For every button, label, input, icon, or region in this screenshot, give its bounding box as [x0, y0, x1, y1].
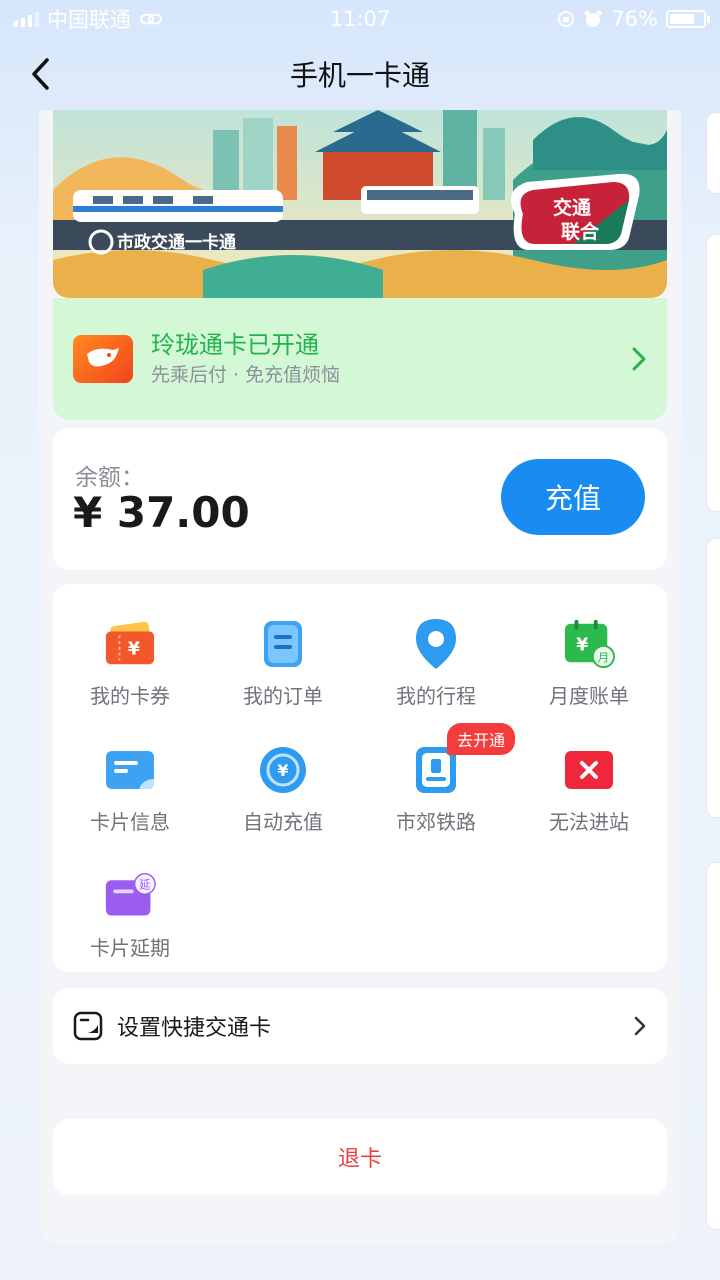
card-extend-icon: 延: [104, 870, 156, 922]
grid-label: 卡片延期: [90, 936, 170, 960]
battery-icon: [666, 10, 710, 28]
card-shortcut-icon: [73, 1011, 103, 1041]
grid-item-monthly-bill[interactable]: ¥ 月 月度账单: [514, 618, 664, 728]
monthly-bill-icon: ¥ 月: [563, 618, 615, 670]
lock-rotation-icon: [558, 11, 575, 27]
svg-text:月: 月: [598, 650, 610, 664]
order-icon: [257, 618, 309, 670]
grid-item-card-extend[interactable]: 延 卡片延期: [55, 870, 205, 980]
alarm-icon: [584, 10, 602, 27]
grid-item-auto-recharge[interactable]: ¥ 自动充值: [208, 744, 358, 854]
grid-label: 无法进站: [549, 810, 629, 834]
return-card-label: 退卡: [337, 1147, 382, 1172]
coupon-icon: ¥: [104, 618, 156, 670]
card-panel: 市政交通一卡通 交通 联合 玲珑通卡已开通 先乘后付 · 免充值烦恼 余额： ¥…: [39, 110, 681, 1245]
return-card-button[interactable]: 退卡: [53, 1119, 667, 1195]
lingtong-text: 玲珑通卡已开通 先乘后付 · 免充值烦恼: [151, 329, 631, 389]
adjacent-card-peek[interactable]: [706, 234, 720, 512]
cannot-enter-icon: [563, 744, 615, 796]
lingtong-card-row[interactable]: 玲珑通卡已开通 先乘后付 · 免充值烦恼: [53, 298, 667, 420]
svg-text:联合: 联合: [561, 220, 600, 243]
grid-label: 我的行程: [396, 684, 476, 708]
chevron-right-icon: [632, 347, 646, 371]
adjacent-card-peek[interactable]: [706, 538, 720, 818]
auto-recharge-icon: ¥: [257, 744, 309, 796]
svg-text:市政交通一卡通: 市政交通一卡通: [117, 232, 236, 253]
grid-label: 市郊铁路: [396, 810, 476, 834]
signal-icon: [14, 11, 39, 27]
location-pin-icon: [410, 618, 462, 670]
chevron-right-icon: [634, 1016, 646, 1036]
battery-percent: 76%: [611, 7, 658, 31]
status-right: 76%: [557, 7, 710, 31]
set-shortcut-card-row[interactable]: 设置快捷交通卡: [53, 988, 667, 1064]
svg-text:¥: ¥: [576, 636, 588, 656]
lingtong-logo-icon: [73, 335, 133, 383]
recharge-button[interactable]: 充值: [501, 459, 645, 535]
balance-card: 余额： ¥ 37.00 充值: [53, 428, 667, 570]
battery-level: [670, 14, 695, 24]
status-left: 中国联通: [14, 4, 163, 34]
card-info-icon: [104, 744, 156, 796]
svg-text:交通: 交通: [553, 196, 592, 219]
shortcut-label: 设置快捷交通卡: [117, 1016, 272, 1041]
grid-item-my-trips[interactable]: 我的行程: [361, 618, 511, 728]
balance-label: 余额：: [75, 465, 144, 491]
card-banner[interactable]: 市政交通一卡通 交通 联合: [53, 110, 667, 298]
carrier-label: 中国联通: [47, 8, 131, 32]
grid-label: 我的订单: [243, 684, 323, 708]
t-union-logo: 交通 联合: [511, 173, 640, 250]
city-illustration: 市政交通一卡通 交通 联合: [53, 110, 667, 298]
grid-item-cannot-enter[interactable]: 无法进站: [514, 744, 664, 854]
adjacent-card-peek[interactable]: [706, 862, 720, 1230]
lingtong-title: 玲珑通卡已开通: [151, 331, 319, 359]
grid-item-my-coupons[interactable]: ¥ 我的卡券: [55, 618, 205, 728]
function-grid: ¥ 我的卡券 我的订单 我的行程 ¥ 月 月度账单 卡片信息 ¥ 自动充值 市郊…: [53, 584, 667, 972]
status-bar: 中国联通 11:07 76%: [0, 0, 720, 38]
page-title: 手机一卡通: [289, 59, 430, 92]
adjacent-card-peek[interactable]: [706, 112, 720, 194]
link-icon: [140, 13, 162, 25]
grid-item-suburban-rail[interactable]: 市郊铁路: [361, 744, 511, 854]
grid-item-my-orders[interactable]: 我的订单: [208, 618, 358, 728]
grid-label: 自动充值: [243, 810, 323, 834]
svg-text:延: 延: [139, 879, 150, 892]
grid-label: 我的卡券: [90, 684, 170, 708]
promo-badge[interactable]: 去开通: [447, 723, 516, 755]
lingtong-subtitle: 先乘后付 · 免充值烦恼: [151, 364, 341, 386]
nav-bar: 手机一卡通: [0, 38, 720, 110]
back-button[interactable]: [18, 52, 62, 96]
chevron-left-icon: [32, 58, 49, 90]
svg-text:¥: ¥: [128, 640, 140, 660]
balance-value: ¥ 37.00: [73, 488, 250, 537]
grid-label: 卡片信息: [90, 810, 170, 834]
grid-item-card-info[interactable]: 卡片信息: [55, 744, 205, 854]
grid-label: 月度账单: [549, 684, 629, 708]
svg-text:¥: ¥: [277, 761, 288, 780]
